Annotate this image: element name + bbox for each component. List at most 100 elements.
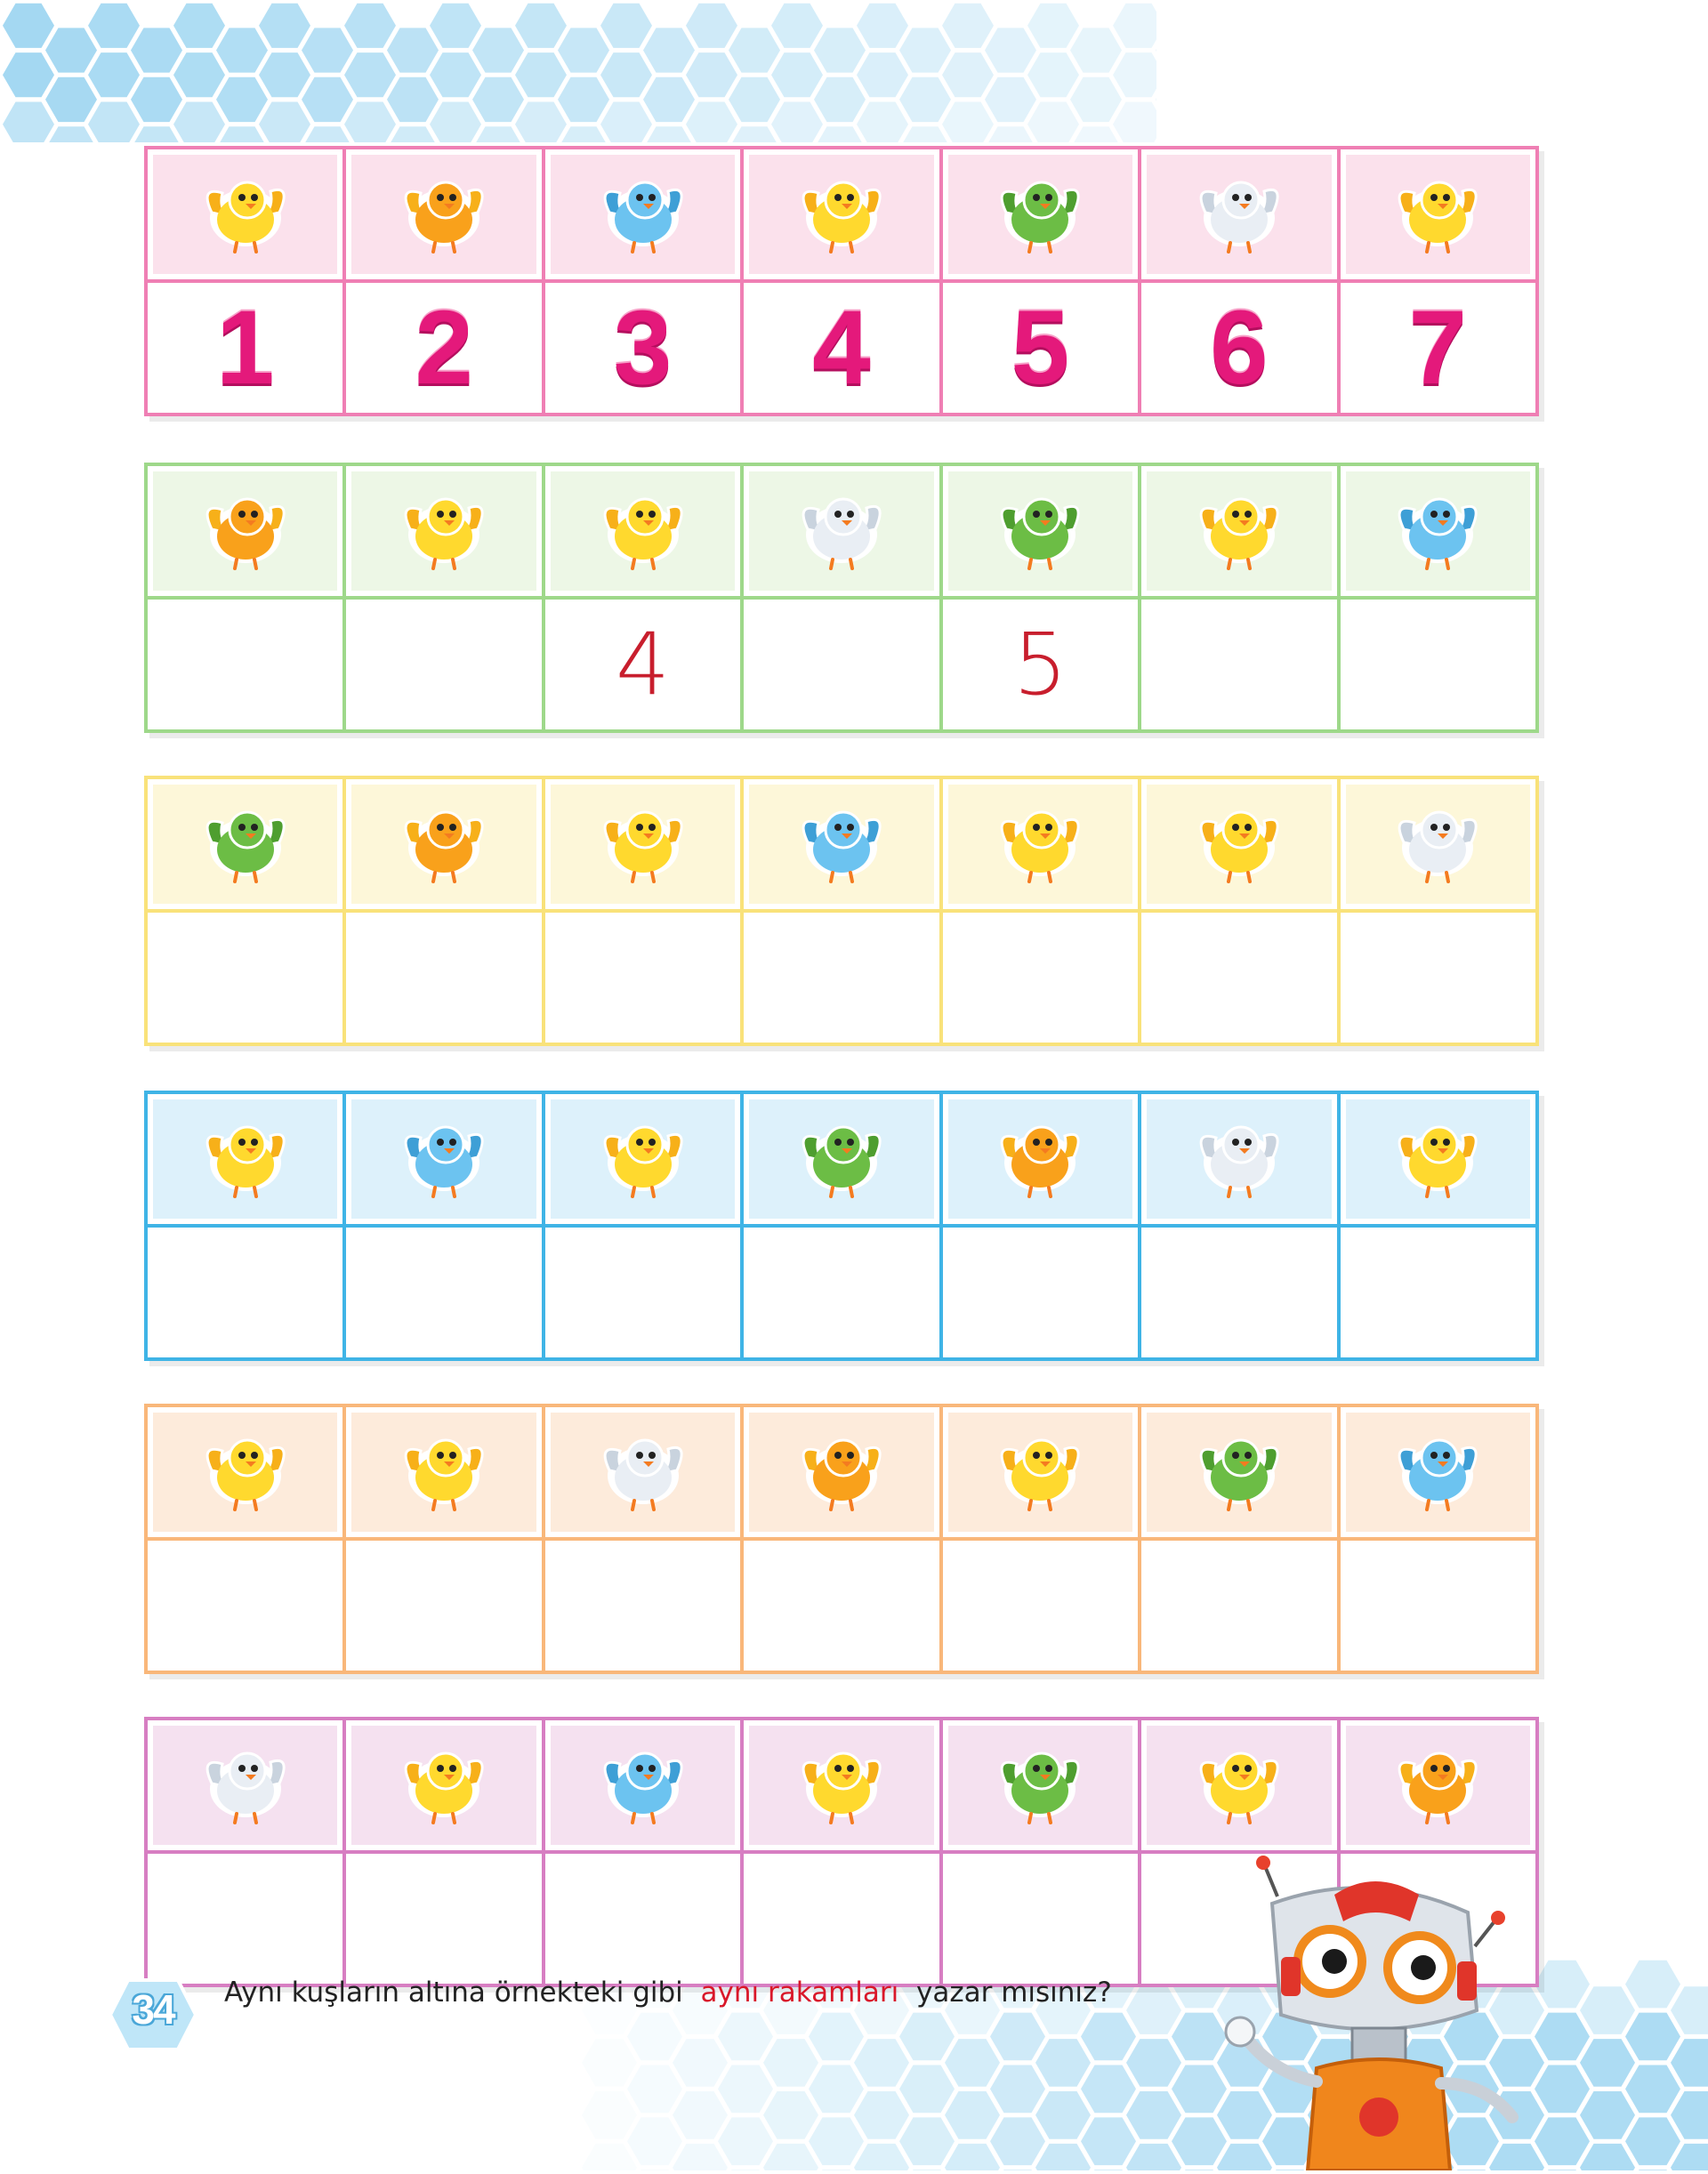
answer-box[interactable] xyxy=(740,1541,939,1671)
answer-box[interactable]: 4 xyxy=(541,600,741,729)
bird-cell xyxy=(148,149,342,279)
answer-box: 1 xyxy=(148,283,343,413)
yellow-standing-bird-icon xyxy=(1384,1113,1491,1205)
answer-box[interactable] xyxy=(1138,1228,1337,1357)
answer-box[interactable] xyxy=(1138,1541,1337,1671)
answer-number: 3 xyxy=(613,289,673,407)
bird-grid-1: 1 2 3 4 5 6 7 xyxy=(144,146,1539,416)
answer-box[interactable] xyxy=(541,913,741,1043)
blue-bird-icon xyxy=(1384,1426,1491,1518)
answer-box[interactable] xyxy=(939,1228,1139,1357)
orange-bird-icon xyxy=(987,1113,1093,1205)
bird-grid-2: 45 xyxy=(144,463,1539,733)
bird-cell xyxy=(939,149,1138,279)
bird-row xyxy=(148,1094,1535,1224)
robot-mascot xyxy=(1219,1850,1539,2174)
bird-cell xyxy=(740,466,939,596)
bird-cell xyxy=(342,1407,541,1537)
answer-box: 3 xyxy=(541,283,741,413)
answer-box[interactable] xyxy=(1336,600,1535,729)
answer-box[interactable] xyxy=(939,1854,1139,1984)
yellow-standing-bird-icon xyxy=(1186,798,1293,890)
yellow-chick-icon xyxy=(391,485,497,577)
bird-cell xyxy=(148,1407,342,1537)
yellow-flying-bird-icon xyxy=(987,798,1093,890)
bird-cell xyxy=(541,779,740,909)
answer-number: 7 xyxy=(1408,289,1468,407)
answer-number: 6 xyxy=(1210,289,1269,407)
orange-bird-icon xyxy=(391,168,497,261)
answer-box[interactable]: 5 xyxy=(939,600,1139,729)
answer-box[interactable] xyxy=(148,913,343,1043)
yellow-chick-icon xyxy=(987,1426,1093,1518)
bird-cell xyxy=(1138,779,1336,909)
instruction-text: Aynı kuşların altına örnekteki gibi aynı… xyxy=(224,1977,1112,2009)
green-bird-icon xyxy=(987,485,1093,577)
answer-box: 5 xyxy=(939,283,1139,413)
answer-row: 45 xyxy=(148,596,1535,729)
hexagon-pattern-top xyxy=(0,0,1156,142)
answer-box[interactable] xyxy=(939,1541,1139,1671)
answer-box[interactable] xyxy=(342,913,542,1043)
yellow-standing-bird-icon xyxy=(788,168,895,261)
answer-box[interactable] xyxy=(740,600,939,729)
white-bird-icon xyxy=(788,485,895,577)
answer-box[interactable] xyxy=(148,1541,343,1671)
answer-box[interactable] xyxy=(1336,1541,1535,1671)
green-bird-icon xyxy=(987,168,1093,261)
bird-cell xyxy=(1138,1720,1336,1850)
bird-cell xyxy=(939,1720,1138,1850)
bird-cell xyxy=(740,149,939,279)
page-number: 34 xyxy=(132,1986,175,2033)
bird-cell xyxy=(740,1407,939,1537)
blue-bird-icon xyxy=(788,798,895,890)
answer-box[interactable] xyxy=(342,1854,542,1984)
bird-cell xyxy=(148,466,342,596)
answer-box[interactable] xyxy=(541,1228,741,1357)
bird-cell xyxy=(1336,149,1535,279)
bird-cell xyxy=(939,466,1138,596)
yellow-chick-icon xyxy=(192,1113,299,1205)
answer-box[interactable] xyxy=(1138,913,1337,1043)
bird-cell xyxy=(148,1094,342,1224)
answer-box[interactable] xyxy=(148,1854,343,1984)
bird-cell xyxy=(939,1094,1138,1224)
bird-row xyxy=(148,779,1535,909)
yellow-standing-bird-icon xyxy=(391,1739,497,1832)
bird-grid-5 xyxy=(144,1404,1539,1674)
bird-cell xyxy=(1138,149,1336,279)
bird-row xyxy=(148,149,1535,279)
answer-box[interactable] xyxy=(1336,913,1535,1043)
answer-box[interactable] xyxy=(342,1228,542,1357)
bird-cell xyxy=(1138,1407,1336,1537)
bird-row xyxy=(148,466,1535,596)
answer-box: 2 xyxy=(342,283,542,413)
instruction-part2: yazar mısınız? xyxy=(916,1977,1112,2009)
answer-box[interactable] xyxy=(541,1541,741,1671)
yellow-chick-icon xyxy=(590,798,697,890)
green-bird-icon xyxy=(192,798,299,890)
bird-cell xyxy=(342,1094,541,1224)
answer-box[interactable] xyxy=(1138,600,1337,729)
answer-box[interactable] xyxy=(148,1228,343,1357)
answer-box[interactable] xyxy=(740,913,939,1043)
answer-box[interactable] xyxy=(740,1854,939,1984)
bird-cell xyxy=(939,1407,1138,1537)
bird-cell xyxy=(1336,779,1535,909)
answer-box[interactable] xyxy=(342,600,542,729)
answer-box[interactable] xyxy=(740,1228,939,1357)
blue-bird-icon xyxy=(590,168,697,261)
answer-box[interactable] xyxy=(342,1541,542,1671)
bird-cell xyxy=(541,1094,740,1224)
answer-number: 4 xyxy=(616,615,671,714)
bird-cell xyxy=(541,466,740,596)
answer-box[interactable] xyxy=(1336,1228,1535,1357)
answer-box: 7 xyxy=(1336,283,1535,413)
answer-box[interactable] xyxy=(541,1854,741,1984)
answer-box[interactable] xyxy=(939,913,1139,1043)
bird-cell xyxy=(740,779,939,909)
answer-box: 4 xyxy=(740,283,939,413)
answer-box[interactable] xyxy=(148,600,343,729)
bird-cell xyxy=(1336,1720,1535,1850)
bird-cell xyxy=(342,149,541,279)
